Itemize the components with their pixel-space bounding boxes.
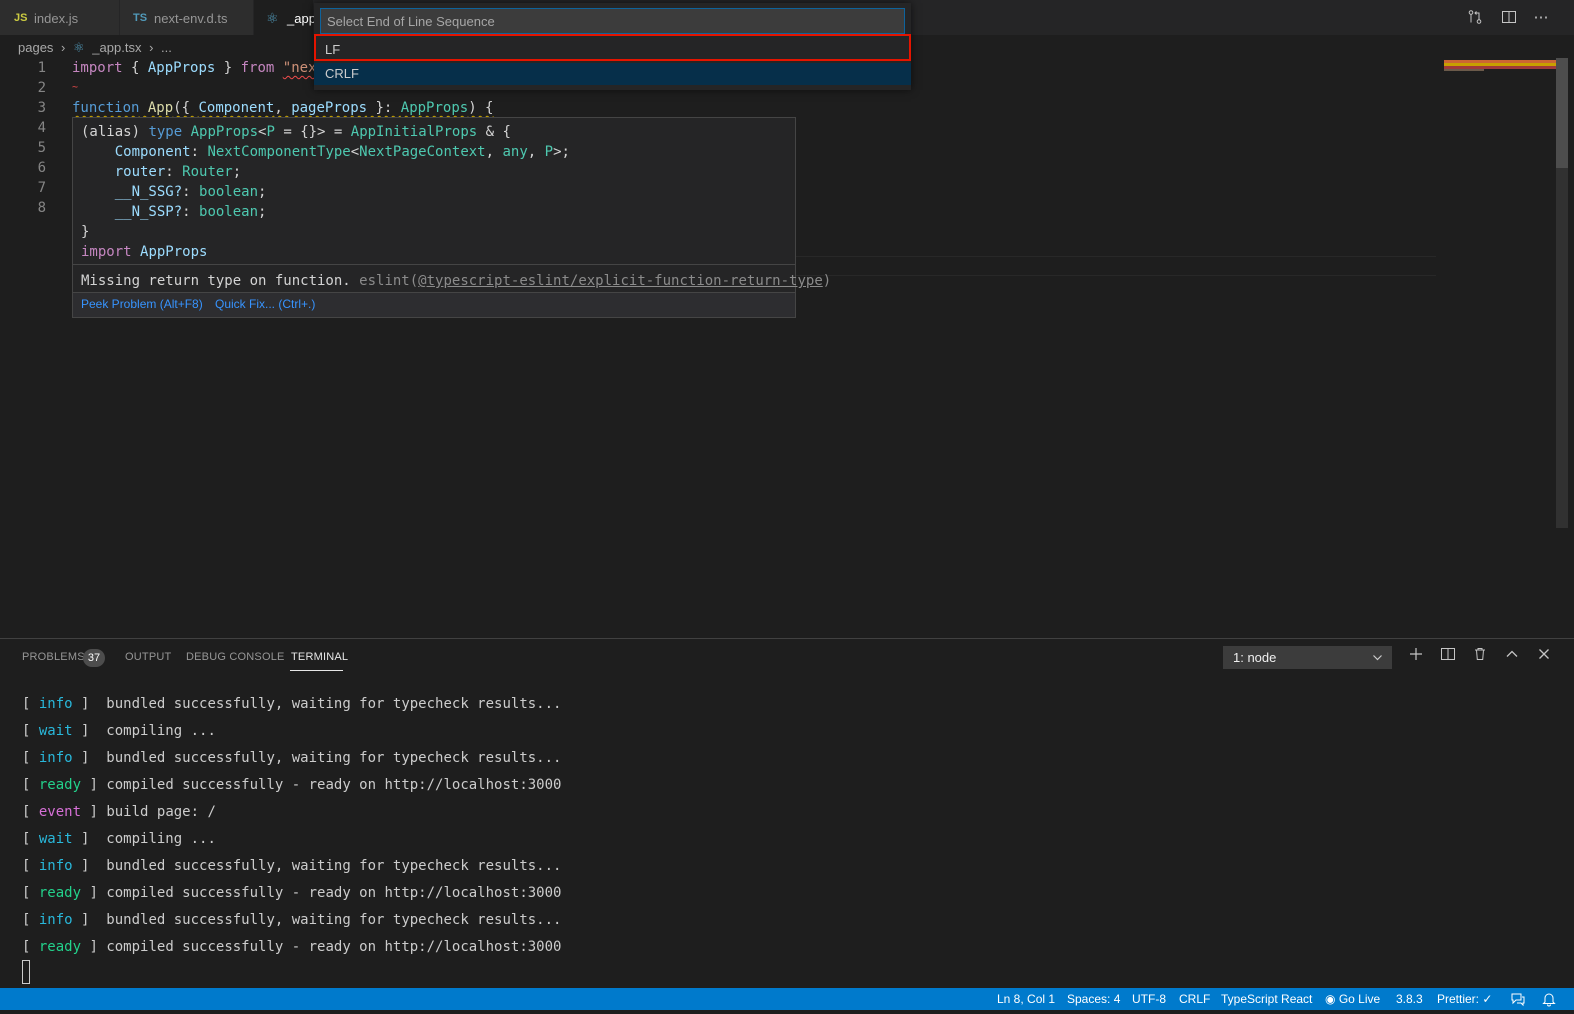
trash-icon[interactable] bbox=[1470, 646, 1490, 666]
breadcrumb-folder[interactable]: pages bbox=[18, 38, 53, 58]
breadcrumb-more[interactable]: ... bbox=[161, 38, 172, 58]
tab-next-env[interactable]: TS next-env.d.ts bbox=[120, 0, 254, 35]
bottom-panel: PROBLEMS 37 OUTPUT DEBUG CONSOLE TERMINA… bbox=[0, 638, 1574, 989]
tab-terminal[interactable]: TERMINAL bbox=[291, 651, 348, 663]
prettier-status[interactable]: Prettier: ✓ bbox=[1437, 988, 1492, 1010]
open-changes-icon[interactable] bbox=[1466, 9, 1484, 27]
tab-debug-console[interactable]: DEBUG CONSOLE bbox=[186, 651, 285, 663]
quick-pick-input-box bbox=[320, 8, 905, 34]
hover-line: import AppProps bbox=[81, 244, 208, 260]
maximize-panel-icon[interactable] bbox=[1502, 646, 1522, 666]
minimap[interactable] bbox=[1444, 58, 1556, 78]
split-editor-icon[interactable] bbox=[1500, 9, 1518, 27]
eslint-rule-link[interactable]: @typescript-eslint/explicit-function-ret… bbox=[418, 273, 823, 289]
new-terminal-icon[interactable] bbox=[1406, 646, 1426, 666]
hover-line: Component: NextComponentType<NextPageCon… bbox=[114, 144, 570, 160]
tab-app-tsx[interactable]: ⚛ _app bbox=[254, 0, 316, 35]
line-number: 4 bbox=[37, 120, 46, 136]
quick-fix-link[interactable]: Quick Fix... (Ctrl+.) bbox=[215, 297, 315, 311]
code-line-1: import { AppProps } from "next bbox=[72, 60, 325, 76]
terminal-line: [ info ] bundled successfully, waiting f… bbox=[22, 912, 562, 928]
code-line-3: function App({ Component, pageProps }: A… bbox=[72, 100, 494, 116]
breadcrumb: pages › ⚛ _app.tsx › ... bbox=[18, 38, 172, 58]
close-panel-icon[interactable] bbox=[1534, 646, 1554, 666]
terminal-select[interactable]: 1: node bbox=[1223, 646, 1392, 669]
hover-divider bbox=[73, 264, 795, 265]
eol-option-crlf[interactable]: CRLF bbox=[314, 63, 911, 85]
hover-line: __N_SSG?: boolean; bbox=[114, 184, 267, 200]
quick-pick: LF CRLF bbox=[314, 3, 911, 90]
chevron-right-icon: › bbox=[61, 40, 66, 55]
peek-problem-link[interactable]: Peek Problem (Alt+F8) bbox=[81, 297, 203, 311]
hover-actions: Peek Problem (Alt+F8) Quick Fix... (Ctrl… bbox=[73, 293, 795, 317]
hover-line: __N_SSP?: boolean; bbox=[114, 204, 267, 220]
terminal-line: [ wait ] compiling ... bbox=[22, 831, 216, 847]
js-file-icon: JS bbox=[14, 12, 28, 24]
chevron-right-icon: › bbox=[149, 40, 154, 55]
vertical-scrollbar-thumb[interactable] bbox=[1556, 58, 1568, 168]
more-actions-icon[interactable]: ⋯ bbox=[1532, 9, 1550, 27]
hover-widget: (alias) type AppProps<P = {}> = AppIniti… bbox=[72, 117, 831, 318]
tab-label: next-env.d.ts bbox=[154, 11, 228, 26]
indentation[interactable]: Spaces: 4 bbox=[1067, 988, 1120, 1010]
typescript-version[interactable]: 3.8.3 bbox=[1396, 988, 1423, 1010]
split-terminal-icon[interactable] bbox=[1438, 646, 1458, 666]
react-icon: ⚛ bbox=[73, 40, 85, 55]
problems-count-badge: 37 bbox=[83, 649, 105, 667]
highlight-box bbox=[314, 34, 911, 61]
react-icon: ⚛ bbox=[266, 10, 279, 26]
line-number: 5 bbox=[37, 140, 46, 156]
tab-output[interactable]: OUTPUT bbox=[125, 651, 171, 663]
problem-message: Missing return type on function. eslint(… bbox=[81, 273, 832, 289]
active-tab-indicator bbox=[290, 670, 343, 671]
terminal-line: [ ready ] compiled successfully - ready … bbox=[22, 885, 562, 901]
ts-file-icon: TS bbox=[133, 12, 148, 24]
tab-problems[interactable]: PROBLEMS bbox=[22, 651, 85, 663]
go-live-button[interactable]: ◉ Go Live bbox=[1325, 988, 1380, 1010]
terminal-line: [ info ] bundled successfully, waiting f… bbox=[22, 750, 562, 766]
minimap-line bbox=[1444, 69, 1484, 71]
hover-line: } bbox=[81, 224, 90, 240]
terminal-line: [ ready ] compiled successfully - ready … bbox=[22, 939, 562, 955]
error-marker: ~ bbox=[72, 82, 79, 93]
broadcast-icon: ◉ bbox=[1325, 992, 1339, 1006]
terminal-line: [ event ] build page: / bbox=[22, 804, 216, 820]
terminal-select-value: 1: node bbox=[1233, 650, 1277, 665]
quick-pick-input[interactable] bbox=[321, 9, 904, 33]
tab-index-js[interactable]: JS index.js bbox=[0, 0, 120, 35]
language-mode[interactable]: TypeScript React bbox=[1221, 988, 1312, 1010]
breadcrumb-file[interactable]: _app.tsx bbox=[92, 38, 141, 58]
line-number: 2 bbox=[37, 80, 46, 96]
tab-label: _app bbox=[287, 11, 316, 26]
tab-label: index.js bbox=[34, 11, 79, 26]
hover-line: (alias) type AppProps<P = {}> = AppIniti… bbox=[81, 124, 511, 140]
terminal-cursor bbox=[22, 960, 30, 984]
hover-line: router: Router; bbox=[114, 164, 242, 180]
terminal-line: [ wait ] compiling ... bbox=[22, 723, 216, 739]
status-bar: Ln 8, Col 1 Spaces: 4 UTF-8 CRLF TypeScr… bbox=[0, 988, 1574, 1010]
line-number: 6 bbox=[37, 160, 46, 176]
terminal-line: [ ready ] compiled successfully - ready … bbox=[22, 777, 562, 793]
line-number: 3 bbox=[37, 100, 46, 116]
cursor-position[interactable]: Ln 8, Col 1 bbox=[997, 988, 1055, 1010]
terminal-line: [ info ] bundled successfully, waiting f… bbox=[22, 858, 562, 874]
line-number: 7 bbox=[37, 180, 46, 196]
line-number: 1 bbox=[37, 60, 46, 76]
terminal-line: [ info ] bundled successfully, waiting f… bbox=[22, 696, 562, 712]
chevron-down-icon bbox=[1372, 646, 1383, 672]
end-of-line[interactable]: CRLF bbox=[1179, 988, 1210, 1010]
encoding[interactable]: UTF-8 bbox=[1132, 988, 1166, 1010]
line-number: 8 bbox=[37, 200, 46, 216]
